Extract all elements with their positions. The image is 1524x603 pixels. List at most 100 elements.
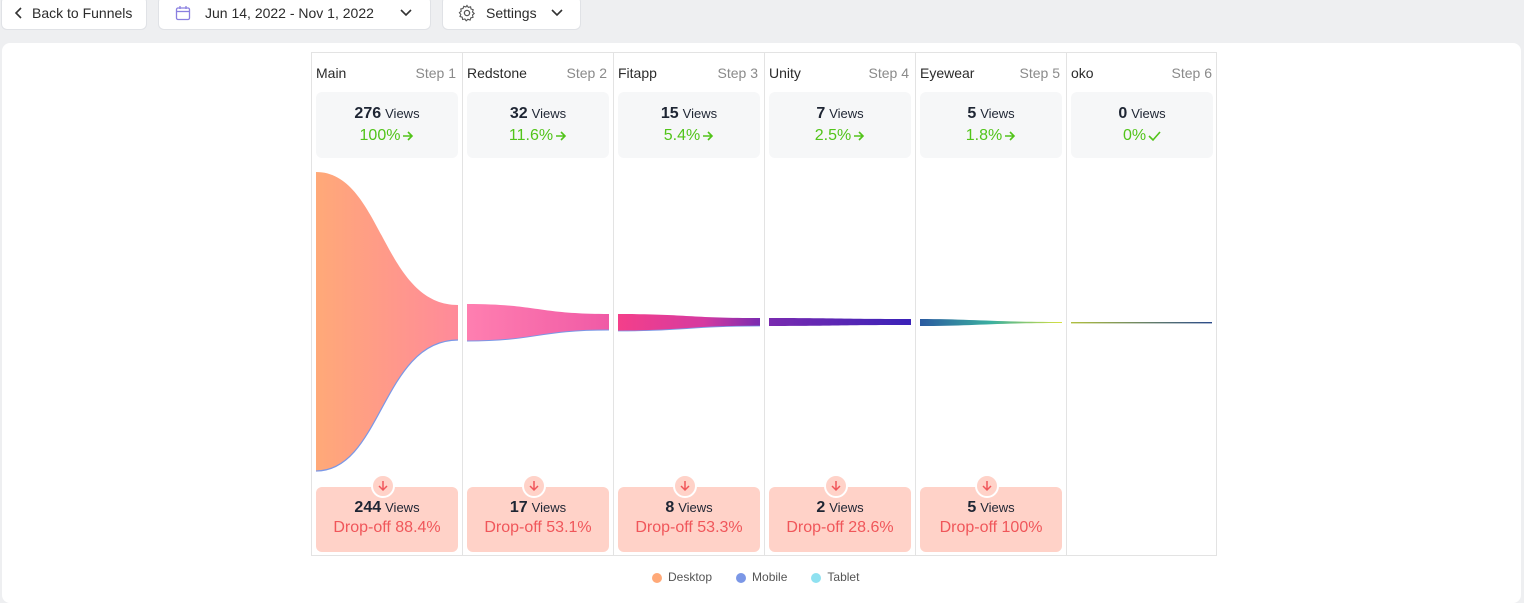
step-header: oko Step 6 [1071,65,1212,81]
step-name: Main [316,65,347,81]
dropoff-views-count: 2 [816,499,826,516]
step-views-count: 0 [1118,105,1128,122]
calendar-icon [175,6,191,21]
arrow-down-icon [378,481,388,492]
views-unit: Views [678,500,713,515]
dropoff-views-count: 8 [665,499,675,516]
step-header: Unity Step 4 [769,65,909,81]
back-to-funnels-label: Back to Funnels [32,5,133,21]
step-views-card[interactable]: 276 Views 100% [316,92,458,158]
dropoff-views: 2 Views [769,499,911,517]
arrow-right-icon [556,131,567,141]
arrow-down-icon [680,481,690,492]
legend-label: Tablet [827,570,860,584]
step-views-card[interactable]: 15 Views 5.4% [618,92,760,158]
step-number: Step 5 [1019,65,1060,81]
date-range-picker[interactable]: Jun 14, 2022 - Nov 1, 2022 [158,0,431,30]
views-unit: Views [531,500,567,515]
step-conversion: 100% [316,127,458,145]
legend-item-mobile[interactable]: Mobile [736,570,787,584]
dropoff-pct: Drop-off 88.4% [333,519,441,536]
settings-button[interactable]: Settings [442,0,581,30]
step-name: Redstone [467,65,527,81]
step-conversion: 2.5% [769,127,911,145]
legend-label: Desktop [668,570,713,584]
funnel-step-3: Fitapp Step 3 15 Views 5.4% 8 Views Drop-off 53… [614,53,765,555]
check-icon [1148,131,1161,142]
arrow-right-icon [403,131,414,141]
back-to-funnels-button[interactable]: Back to Funnels [1,0,147,30]
dropoff-arrow-badge [975,474,999,498]
step-name: Fitapp [618,65,657,81]
chevron-down-icon [400,9,412,17]
dropoff-arrow-badge [522,474,546,498]
step-number: Step 6 [1171,65,1212,81]
views-unit: Views [980,500,1015,515]
legend-dot-desktop [652,572,662,583]
views-unit: Views [682,106,718,121]
dropoff-arrow-badge [673,474,697,498]
legend-label: Mobile [752,570,788,584]
legend-item-desktop[interactable]: Desktop [652,570,712,584]
step-conversion: 11.6% [467,127,609,145]
step-views-card[interactable]: 5 Views 1.8% [920,92,1062,158]
step-name: Eyewear [920,65,975,81]
step-views-count: 32 [509,105,528,122]
funnel-chart: Main Step 1 276 Views 100% 244 Views Drop-off 8… [311,52,1217,556]
step-conversion: 0% [1071,127,1213,145]
views-unit: Views [829,106,864,121]
step-views: 7 Views [769,105,911,123]
step-views-count: 276 [354,105,382,122]
legend-dot-mobile [736,572,747,583]
arrow-down-icon [831,481,841,492]
dropoff-views-count: 244 [354,499,382,516]
step-conversion-pct: 0% [1122,127,1147,144]
step-conversion-pct: 2.5% [814,127,852,144]
arrow-down-icon [982,481,992,492]
step-conversion: 1.8% [920,127,1062,145]
step-conversion-pct: 100% [359,127,401,144]
step-views: 32 Views [467,105,609,123]
legend-dot-tablet [811,572,822,583]
dropoff-views-count: 5 [967,499,977,516]
step-views-count: 5 [967,105,977,122]
views-unit: Views [1131,106,1166,121]
date-range-label: Jun 14, 2022 - Nov 1, 2022 [205,5,374,21]
step-number: Step 1 [415,65,456,81]
funnel-step-4: Unity Step 4 7 Views 2.5% 2 Views Drop-off 28.6… [765,53,916,555]
step-views-card[interactable]: 0 Views 0% [1071,92,1213,158]
dropoff-pct: Drop-off 28.6% [786,519,894,536]
settings-label: Settings [486,5,537,21]
dropoff-views: 244 Views [316,499,458,517]
step-views-card[interactable]: 7 Views 2.5% [769,92,911,158]
step-views: 15 Views [618,105,760,123]
step-views-count: 15 [660,105,679,122]
legend-item-tablet[interactable]: Tablet [811,570,859,584]
step-views-card[interactable]: 32 Views 11.6% [467,92,609,158]
funnel-step-5: Eyewear Step 5 5 Views 1.8% 5 Views Drop-off 10… [916,53,1067,555]
step-views: 0 Views [1071,105,1213,123]
views-unit: Views [385,500,420,515]
dropoff-pct: Drop-off 100% [939,519,1043,536]
arrow-down-icon [529,481,539,492]
step-conversion-pct: 5.4% [663,127,701,144]
step-conversion: 5.4% [618,127,760,145]
step-number: Step 3 [717,65,758,81]
dropoff-views: 17 Views [467,499,609,517]
funnel-step-2: Redstone Step 2 32 Views 11.6% 17 Views Drop-of… [463,53,614,555]
step-header: Redstone Step 2 [467,65,607,81]
arrow-right-icon [703,131,714,141]
step-name: oko [1071,65,1094,81]
dropoff-views-count: 17 [509,499,528,516]
step-number: Step 4 [868,65,909,81]
funnel-step-6: oko Step 6 0 Views 0% [1067,53,1218,555]
gear-icon [458,4,476,22]
arrow-right-icon [1005,131,1016,141]
step-number: Step 2 [566,65,607,81]
step-header: Fitapp Step 3 [618,65,758,81]
step-views: 5 Views [920,105,1062,123]
arrow-right-icon [854,131,865,141]
step-views: 276 Views [316,105,458,123]
step-header: Main Step 1 [316,65,456,81]
dropoff-pct: Drop-off 53.3% [635,519,743,536]
